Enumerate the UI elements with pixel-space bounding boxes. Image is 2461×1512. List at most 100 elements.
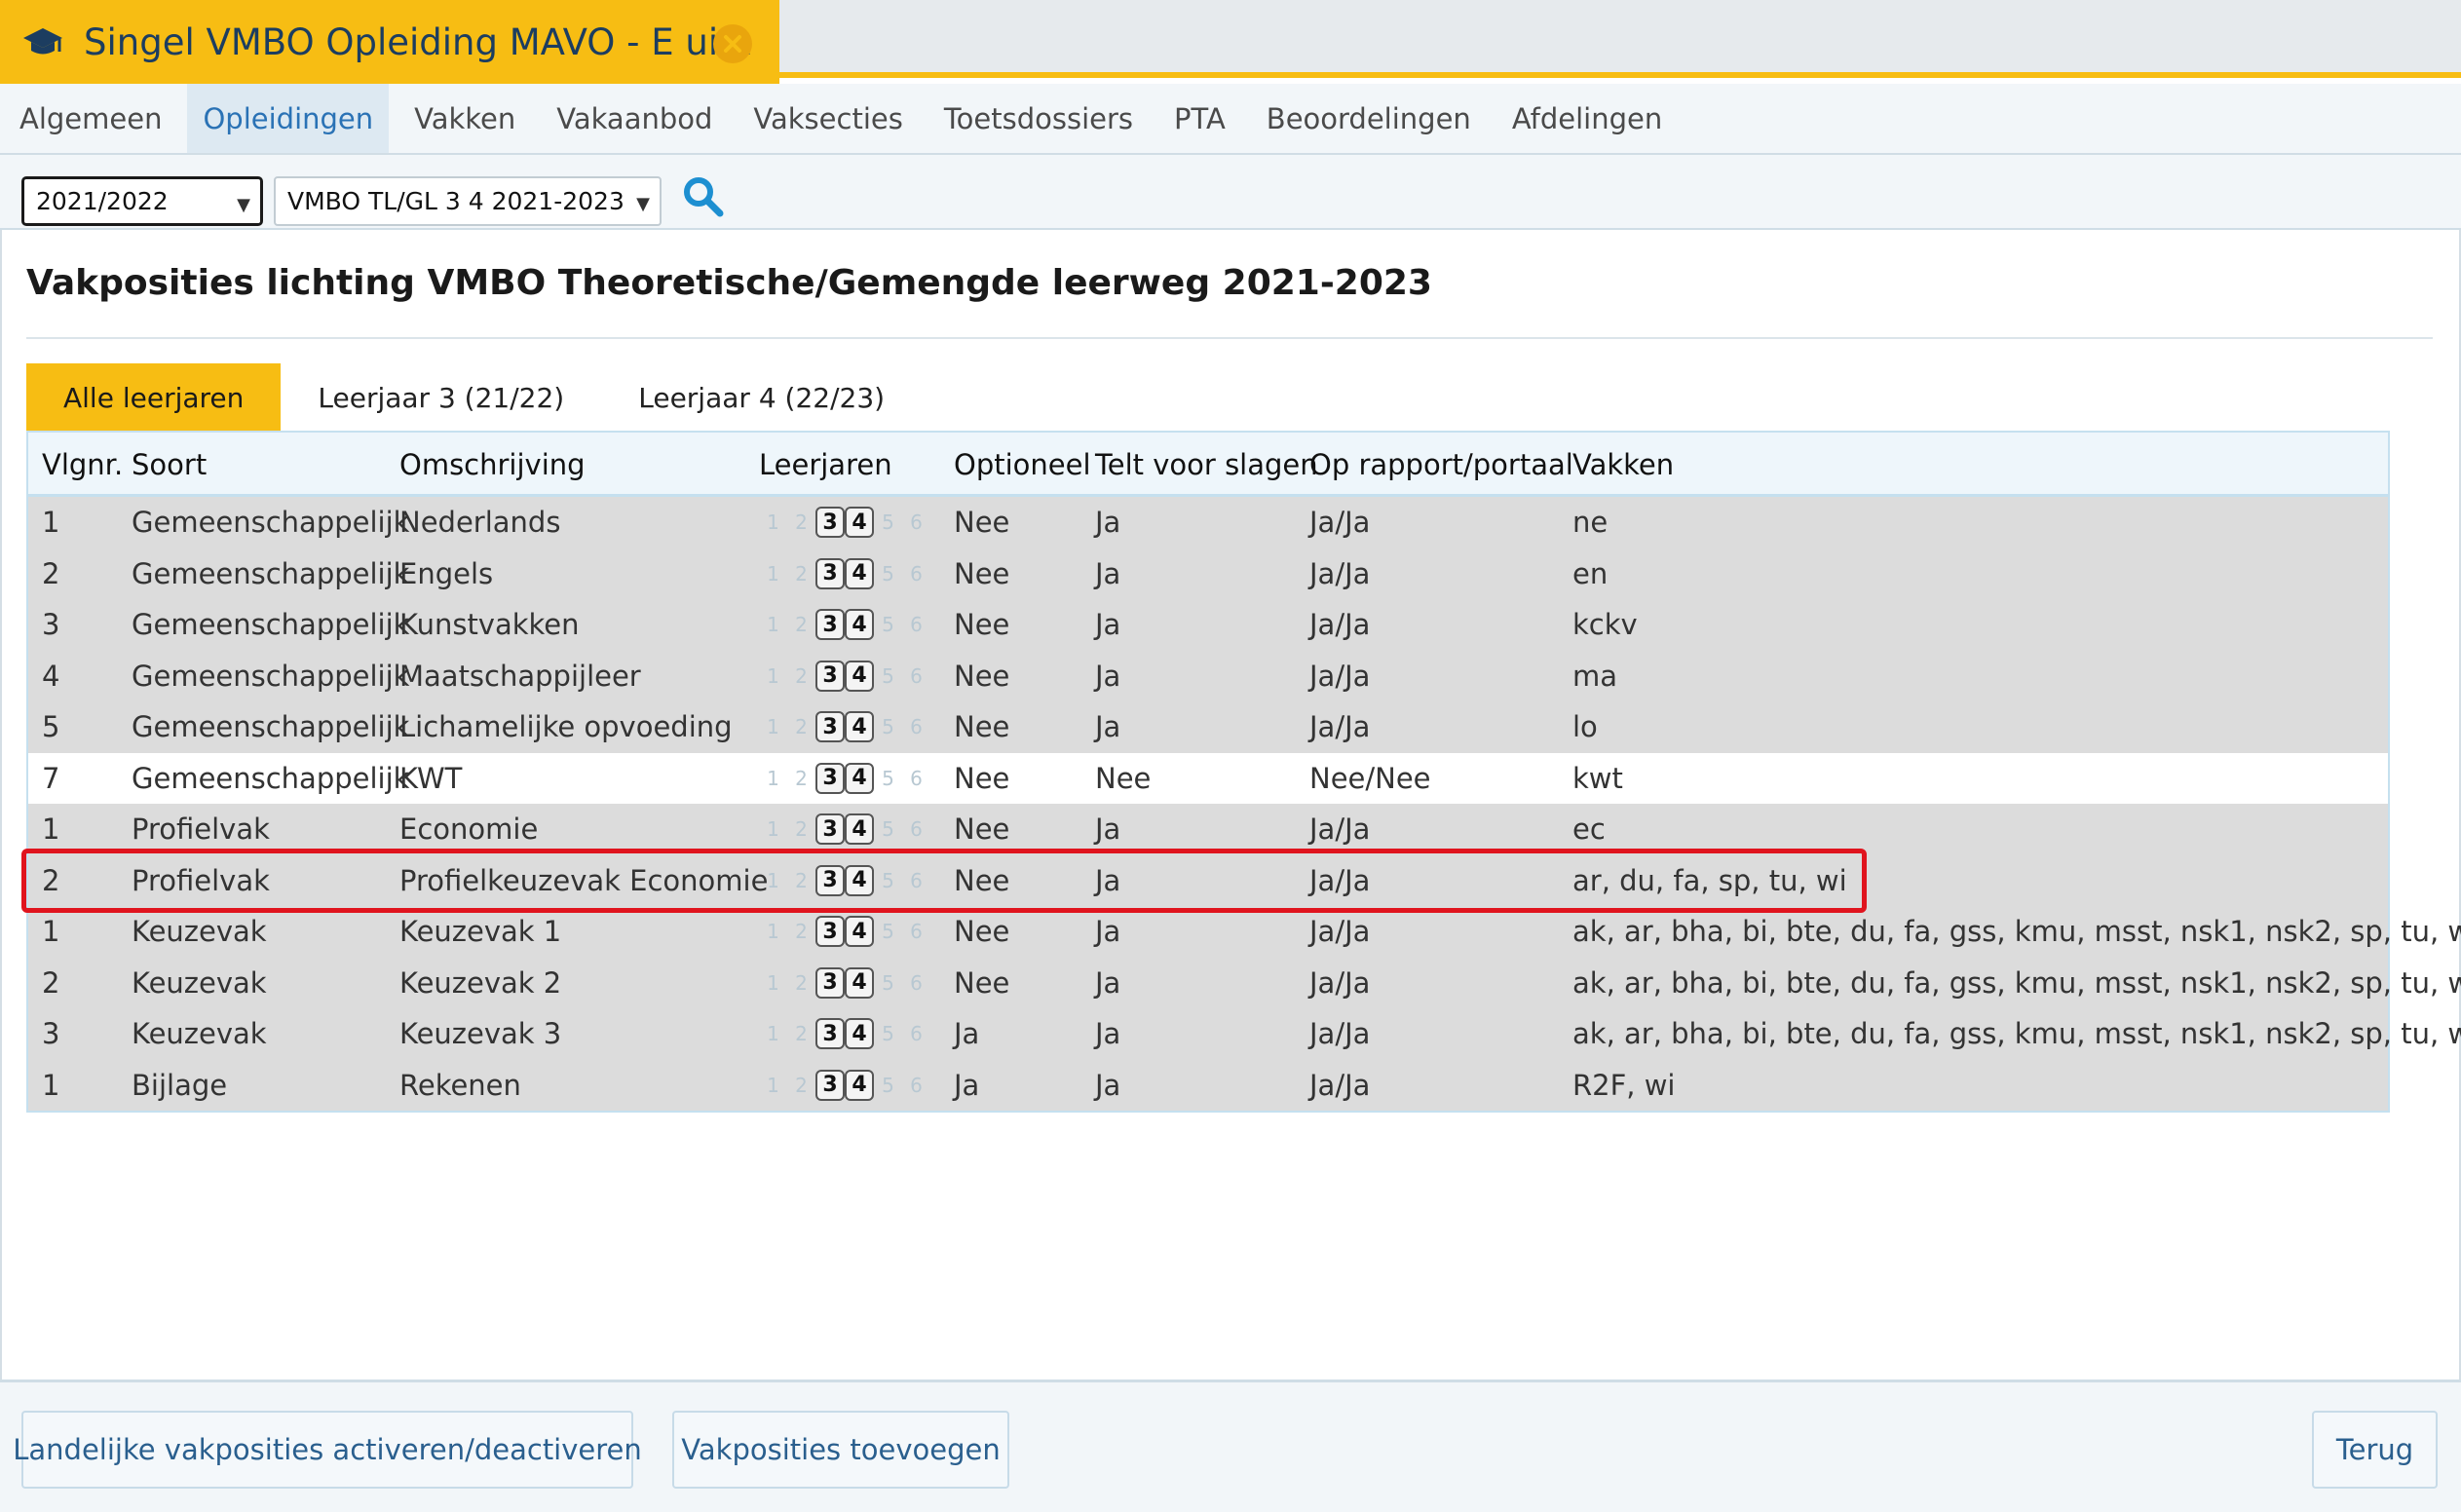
- landelijke-vakposities-button[interactable]: Landelijke vakposities activeren/deactiv…: [13, 1411, 642, 1489]
- menu-item-afdelingen[interactable]: Afdelingen: [1496, 84, 1678, 153]
- menu-item-pta[interactable]: PTA: [1158, 84, 1241, 153]
- leerjaar-digit: 5: [882, 1022, 894, 1046]
- leerjaar-digit: 5: [882, 715, 894, 739]
- close-icon[interactable]: [713, 24, 752, 63]
- leerjaar-digit: 1: [767, 868, 779, 892]
- cell-vakken: ak, ar, bha, bi, bte, du, fa, gss, kmu, …: [1572, 1017, 2461, 1051]
- menu-item-vaksecties[interactable]: Vaksecties: [738, 84, 918, 153]
- menu-item-vakaanbod[interactable]: Vakaanbod: [541, 84, 728, 153]
- cell-leerjaren: 123456: [759, 651, 930, 702]
- table-row[interactable]: 7 Gemeenschappelijk KWT Nee Nee Nee/Nee kwt 1 2 3…: [28, 752, 2388, 804]
- column-header-optioneel[interactable]: Optioneel: [954, 433, 1091, 497]
- table-row[interactable]: 2 Profielvak Profielkeuzevak Economie Nee Ja…: [28, 854, 2388, 907]
- menu-item-toetsdossiers[interactable]: Toetsdossiers: [928, 84, 1149, 153]
- cell-op-rapport: Ja/Ja: [1309, 863, 1371, 897]
- column-header-vakken[interactable]: Vakken: [1572, 433, 1674, 497]
- cell-op-rapport: Ja/Ja: [1309, 506, 1371, 540]
- cell-vakken: lo: [1572, 710, 1598, 744]
- table-row[interactable]: 1 Keuzevak Keuzevak 1 Nee Ja Ja/Ja ak, ar, bha…: [28, 906, 2461, 958]
- tab-leerjaar-3[interactable]: Leerjaar 3 (21/22): [281, 363, 601, 432]
- leerjaar-digit: 6: [910, 663, 923, 688]
- leerjaar-digit: 5: [882, 868, 894, 892]
- cell-omschrijving: Keuzevak 3: [399, 1017, 562, 1051]
- dropdown-arrow-icon: ▼: [636, 194, 650, 214]
- cell-omschrijving: Nederlands: [399, 506, 561, 540]
- menu-item-vakken[interactable]: Vakken: [398, 84, 531, 153]
- cell-leerjaren: 123456: [759, 804, 930, 855]
- cell-telt-voor-slagen: Nee: [1095, 761, 1152, 795]
- cell-vlgnr: 5: [42, 710, 60, 744]
- cell-op-rapport: Ja/Ja: [1309, 915, 1371, 949]
- cell-optioneel: Nee: [954, 608, 1010, 642]
- column-header-soort[interactable]: Soort: [132, 433, 207, 497]
- opleiding-select[interactable]: VMBO TL/GL 3 4 2021-2023 ▼: [274, 176, 662, 226]
- leerjaar-badge: 3: [815, 813, 845, 846]
- leerjaar-digit: 6: [910, 510, 923, 535]
- leerjaar-badge: 3: [815, 609, 845, 641]
- cell-telt-voor-slagen: Ja: [1095, 813, 1121, 847]
- column-header-op-rapport-portaal[interactable]: Op rapport/portaal: [1309, 433, 1573, 497]
- cell-soort: Keuzevak: [132, 1017, 267, 1051]
- cell-optioneel: Nee: [954, 863, 1010, 897]
- leerjaar-digit: 5: [882, 970, 894, 995]
- cell-leerjaren: 123456: [759, 1060, 930, 1112]
- cell-op-rapport: Ja/Ja: [1309, 556, 1371, 590]
- table-row[interactable]: 4 Gemeenschappelijk Maatschappijleer Nee Ja J…: [28, 650, 2388, 702]
- cell-vlgnr: 7: [42, 761, 60, 795]
- tab-alle-leerjaren[interactable]: Alle leerjaren: [26, 363, 282, 432]
- leerjaar-badge: 3: [815, 762, 845, 794]
- leerjaar-badge: 3: [815, 1069, 845, 1101]
- tab-leerjaar-4[interactable]: Leerjaar 4 (22/23): [601, 363, 922, 432]
- cell-optioneel: Nee: [954, 813, 1010, 847]
- cell-omschrijving: Keuzevak 1: [399, 915, 562, 949]
- column-header-leerjaren[interactable]: Leerjaren: [759, 433, 892, 497]
- cell-op-rapport: Ja/Ja: [1309, 710, 1371, 744]
- cell-leerjaren: 123456: [759, 855, 930, 907]
- leerjaar-digit: 1: [767, 663, 779, 688]
- cell-vakken: ak, ar, bha, bi, bte, du, fa, gss, kmu, …: [1572, 915, 2461, 949]
- leerjaar-digit: 6: [910, 766, 923, 790]
- cell-optioneel: Ja: [954, 1068, 980, 1102]
- leerjaar-digit: 6: [910, 715, 923, 739]
- table-row[interactable]: 1 Bijlage Rekenen Ja Ja Ja/Ja R2F, wi 1 2 3 4 5 6: [28, 1059, 2388, 1112]
- table-row[interactable]: 1 Profielvak Economie Nee Ja Ja/Ja ec 1 2 3 4 5 6: [28, 804, 2388, 855]
- leerjaar-badge: 4: [845, 660, 874, 692]
- cell-vlgnr: 3: [42, 608, 60, 642]
- leerjaar-digit: 1: [767, 1022, 779, 1046]
- cell-telt-voor-slagen: Ja: [1095, 863, 1121, 897]
- table-row[interactable]: 2 Gemeenschappelijk Engels Nee Ja Ja/Ja en 1 2 3 4…: [28, 548, 2388, 599]
- cell-vlgnr: 1: [42, 506, 60, 540]
- terug-button[interactable]: Terug: [2312, 1411, 2438, 1489]
- table-row[interactable]: 5 Gemeenschappelijk Lichamelijke opvoeding…: [28, 701, 2388, 753]
- year-tabs: Alle leerjaren Leerjaar 3 (21/22) Leerja…: [26, 363, 922, 432]
- schoolyear-select[interactable]: 2021/2022 ▼: [21, 176, 263, 226]
- leerjaar-digit: 6: [910, 817, 923, 842]
- cell-soort: Gemeenschappelijk: [132, 659, 410, 693]
- table-row[interactable]: 3 Gemeenschappelijk Kunstvakken Nee Ja Ja/Ja k…: [28, 599, 2388, 651]
- table-row[interactable]: 2 Keuzevak Keuzevak 2 Nee Ja Ja/Ja ak, ar, bha…: [28, 957, 2461, 1009]
- leerjaar-badge: 3: [815, 966, 845, 999]
- cell-vlgnr: 1: [42, 1068, 60, 1102]
- leerjaar-badge: 3: [815, 711, 845, 743]
- leerjaar-digit: 1: [767, 613, 779, 637]
- menu-item-algemeen[interactable]: Algemeen: [4, 84, 177, 153]
- vakposities-toevoegen-button[interactable]: Vakposities toevoegen: [672, 1411, 1009, 1489]
- column-header-omschrijving[interactable]: Omschrijving: [399, 433, 586, 497]
- table-row[interactable]: 1 Gemeenschappelijk Nederlands Nee Ja Ja/Ja ne…: [28, 497, 2388, 548]
- table-header: Vlgnr. Soort Omschrijving Leerjaren Opti…: [28, 433, 2388, 497]
- leerjaar-badge: 4: [845, 813, 874, 846]
- leerjaar-digit: 5: [882, 766, 894, 790]
- menu-item-beoordelingen[interactable]: Beoordelingen: [1251, 84, 1487, 153]
- cell-telt-voor-slagen: Ja: [1095, 556, 1121, 590]
- table-row[interactable]: 3 Keuzevak Keuzevak 3 Ja Ja Ja/Ja ak, ar, bha,…: [28, 1008, 2461, 1060]
- menu-item-opleidingen[interactable]: Opleidingen: [187, 84, 390, 153]
- leerjaar-badge: 4: [845, 1018, 874, 1050]
- leerjaar-badge: 3: [815, 660, 845, 692]
- cell-soort: Gemeenschappelijk: [132, 556, 410, 590]
- column-header-telt-voor-slagen[interactable]: Telt voor slagen: [1095, 433, 1318, 497]
- cell-leerjaren: 123456: [759, 958, 930, 1009]
- leerjaar-digit: 5: [882, 663, 894, 688]
- column-header-vlgnr[interactable]: Vlgnr.: [42, 433, 123, 497]
- search-icon[interactable]: [682, 175, 725, 218]
- leerjaar-badge: 4: [845, 864, 874, 896]
